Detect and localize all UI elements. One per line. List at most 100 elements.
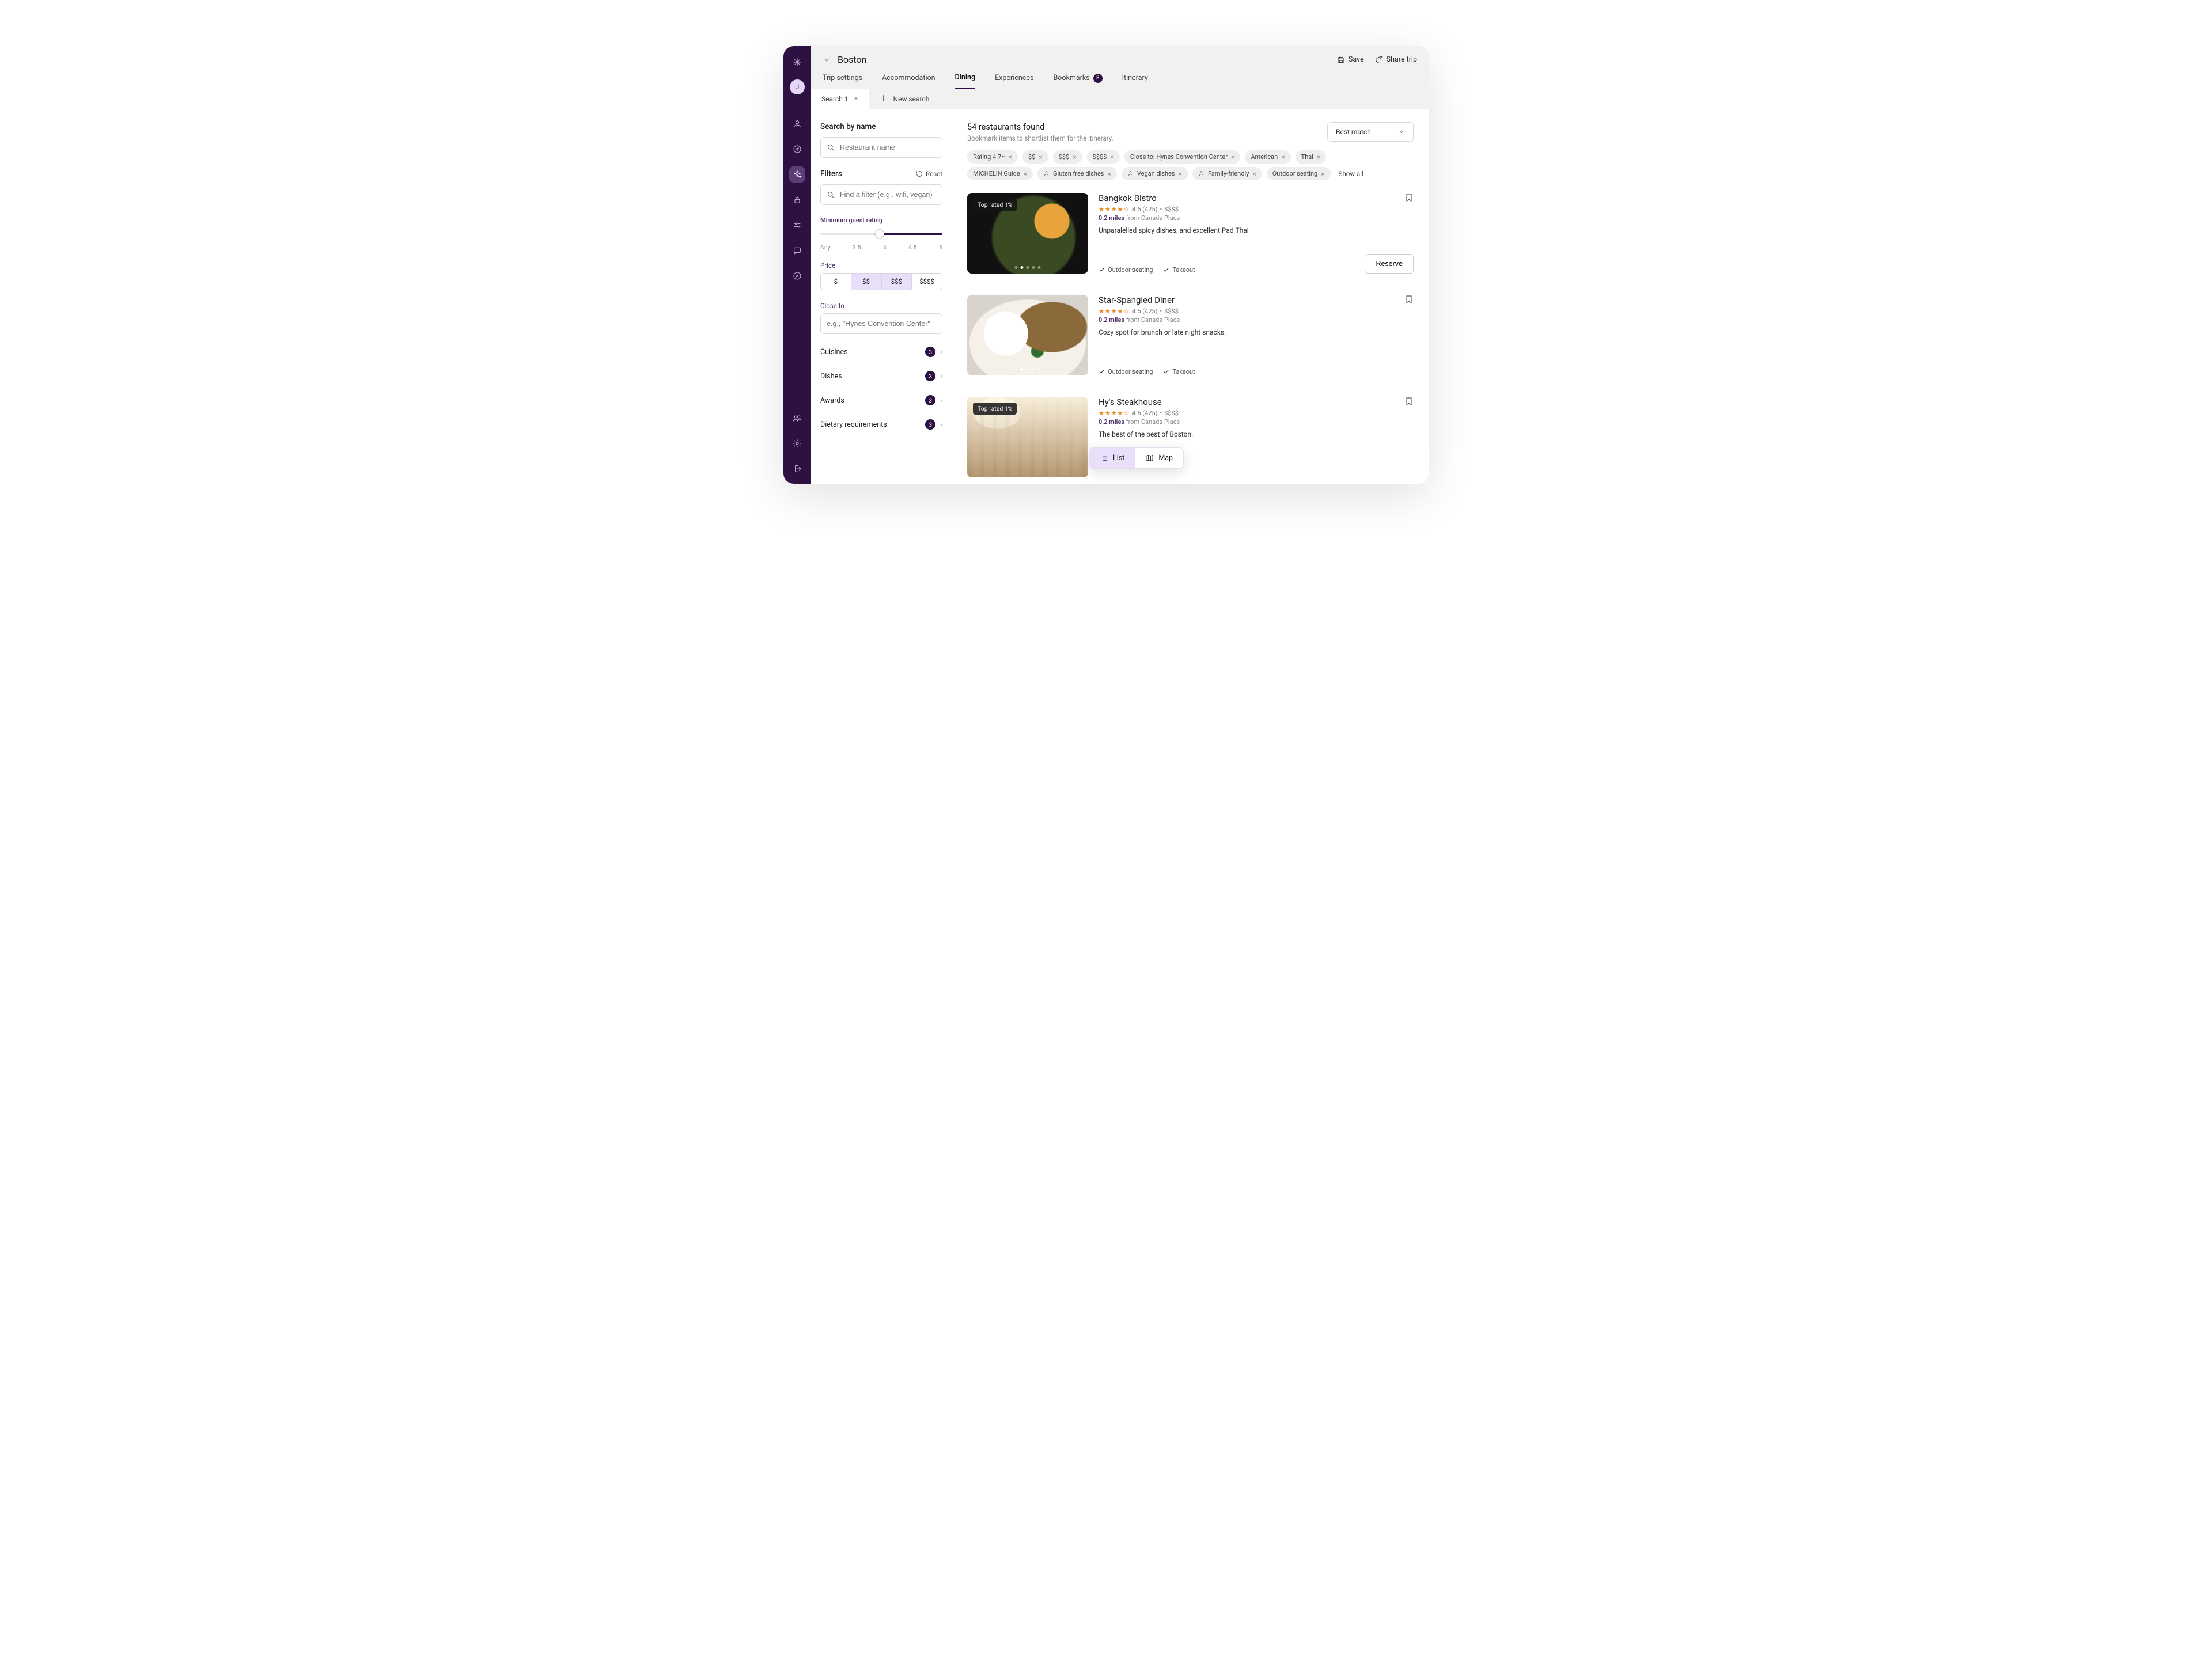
share-button[interactable]: Share trip [1374,55,1417,64]
results-panel: 54 restaurants found Bookmark items to s… [952,109,1429,484]
chip-price-2[interactable]: $$× [1022,150,1048,164]
sliders-icon[interactable] [789,217,805,233]
restaurant-image[interactable]: Top rated 1% [967,193,1088,274]
price-segment: $ $$ $$$ $$$$ [820,273,942,290]
person-icon[interactable] [789,116,805,132]
team-icon[interactable] [789,410,805,426]
check-icon [1163,267,1169,273]
filter-search-input[interactable] [820,184,942,205]
chip-thai[interactable]: Thai× [1296,150,1327,164]
lock-icon[interactable] [789,192,805,208]
top-rated-tag: Top rated 1% [973,403,1017,415]
accordion-dietary[interactable]: Dietary requirements 3› [820,412,942,437]
star-icon: ★★★★☆ [1099,308,1130,315]
chevron-down-icon[interactable] [823,56,831,64]
new-search-tab[interactable]: ＋ New search [869,89,941,109]
accordion-cuisines[interactable]: Cuisines 3› [820,340,942,364]
restaurant-image[interactable] [967,295,1088,375]
chip-vegan[interactable]: Vegan dishes× [1122,167,1188,180]
chip-outdoor[interactable]: Outdoor seating× [1267,167,1331,180]
tab-trip-settings[interactable]: Trip settings [823,73,862,89]
chip-gluten-free[interactable]: Gluten free dishes× [1037,167,1117,180]
reset-icon [916,170,923,177]
price-3[interactable]: $$$ [882,274,912,290]
save-button[interactable]: Save [1337,55,1364,64]
restaurant-name[interactable]: Hy's Steakhouse [1099,397,1394,407]
show-all-link[interactable]: Show all [1339,170,1363,178]
filters-panel: Search by name Filters Reset Minimu [811,109,952,484]
person-icon [1127,170,1134,177]
restaurant-name[interactable]: Star-Spangled Diner [1099,295,1394,305]
carousel-dots[interactable] [1015,368,1041,371]
tab-experiences[interactable]: Experiences [995,73,1033,89]
search-icon [827,143,835,152]
check-icon [1099,369,1105,375]
accordion-awards[interactable]: Awards 3› [820,388,942,412]
tab-accommodation[interactable]: Accommodation [882,73,935,89]
price-2[interactable]: $$ [851,274,882,290]
restaurant-distance: 0.2 miles from Canada Place [1099,316,1394,324]
price-1[interactable]: $ [821,274,851,290]
active-filter-chips-row2: MICHELIN Guide× Gluten free dishes× Vega… [967,167,1414,180]
close-circle-icon[interactable] [789,268,805,284]
results-heading: 54 restaurants found [967,122,1113,132]
tab-itinerary[interactable]: Itinerary [1122,73,1148,89]
carousel-dots[interactable] [1015,266,1041,269]
star-icon: ★★★★☆ [1099,409,1130,417]
search-by-name-heading: Search by name [820,122,942,131]
active-filter-chips: Rating 4.7+× $$× $$$× $$$$× Close to: Hy… [967,150,1414,164]
view-list-button[interactable]: List [1089,448,1135,468]
restaurant-card: Top rated 1% Hy's Steakhouse ★★★★☆ 4.5 (… [967,386,1414,484]
avatar[interactable]: J [790,79,805,94]
restaurant-description: Cozy spot for brunch or late night snack… [1099,328,1394,336]
tab-bookmarks[interactable]: Bookmarks 8 [1053,73,1102,89]
chip-rating[interactable]: Rating 4.7+× [967,150,1018,164]
view-map-button[interactable]: Map [1135,448,1183,468]
compass-icon[interactable] [789,141,805,157]
topbar: Boston Save Share trip Trip settings Acc… [811,46,1429,89]
tab-dining[interactable]: Dining [955,73,976,89]
restaurant-name[interactable]: Bangkok Bistro [1099,193,1354,203]
main-panel: Boston Save Share trip Trip settings Acc… [811,46,1429,484]
chip-closeto[interactable]: Close to: Hynes Convention Center× [1124,150,1241,164]
bookmark-icon[interactable] [1404,397,1414,406]
sort-dropdown[interactable]: Best match [1327,122,1414,142]
chip-american[interactable]: American× [1245,150,1290,164]
min-rating-slider[interactable] [820,227,942,241]
save-icon [1337,56,1345,64]
min-rating-label: Minimum guest rating [820,217,942,224]
bookmark-icon[interactable] [1404,295,1414,304]
logo-icon[interactable] [789,54,805,70]
restaurant-card: Top rated 1% Bangkok Bistro ★★★★☆ 4.5 (4… [967,183,1414,284]
chevron-right-icon: › [940,420,942,429]
slider-ticks: Any 3.5 4 4.5 5 [820,244,942,251]
chip-michelin[interactable]: MICHELIN Guide× [967,167,1033,180]
chip-price-4[interactable]: $$$$× [1087,150,1120,164]
close-icon[interactable]: × [854,94,858,103]
sparkle-icon[interactable] [789,166,805,183]
close-to-input[interactable] [820,313,942,334]
accordion-dishes[interactable]: Dishes 3› [820,364,942,388]
app-frame: J [783,46,1429,484]
chevron-right-icon: › [940,372,942,381]
chat-icon[interactable] [789,242,805,259]
reserve-button[interactable]: Reserve [1365,254,1414,274]
check-icon [1099,267,1105,273]
reset-button[interactable]: Reset [916,170,942,178]
chip-price-3[interactable]: $$$× [1053,150,1082,164]
filter-accordion: Cuisines 3› Dishes 3› Awards 3› Dietary … [820,340,942,437]
chip-family[interactable]: Family-friendly× [1192,167,1262,180]
check-icon [1163,369,1169,375]
top-rated-tag: Top rated 1% [973,199,1017,211]
restaurant-distance: 0.2 miles from Canada Place [1099,214,1354,222]
search-tab-1[interactable]: Search 1 × [811,89,869,109]
gear-icon[interactable] [789,435,805,452]
logout-icon[interactable] [789,461,805,477]
price-4[interactable]: $$$$ [912,274,942,290]
content-body: Search by name Filters Reset Minimu [811,109,1429,484]
restaurant-image[interactable]: Top rated 1% [967,397,1088,477]
chevron-right-icon: › [940,396,942,405]
share-icon [1374,55,1383,64]
bookmark-icon[interactable] [1404,193,1414,202]
name-search-input[interactable] [820,137,942,158]
